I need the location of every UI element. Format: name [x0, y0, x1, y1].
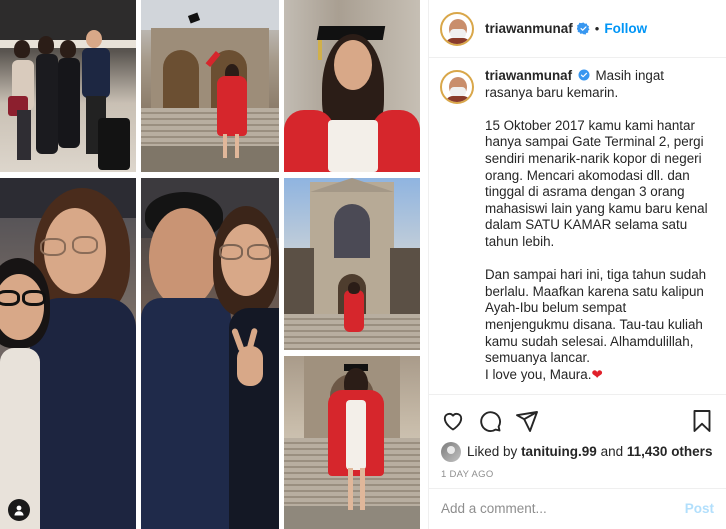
likes-count-link[interactable]: 11,430 others: [627, 444, 713, 459]
follow-button[interactable]: Follow: [604, 21, 647, 36]
photo-airport-family: [0, 0, 136, 172]
photo-father-daughter-selfie: [141, 178, 279, 529]
caption-closing: I love you, Maura.: [485, 366, 592, 382]
heart-outline-icon[interactable]: [441, 409, 465, 433]
verified-badge-icon: [578, 69, 590, 81]
author-username[interactable]: triawanmunaf: [485, 21, 573, 36]
caption-avatar[interactable]: [440, 70, 474, 104]
photo-mother-daughter-selfie: [0, 178, 136, 529]
caption-username[interactable]: triawanmunaf: [485, 68, 572, 83]
caption-text: triawanmunaf Masih ingat rasanya baru ke…: [485, 68, 712, 394]
post-timestamp[interactable]: 1 DAY AGO: [429, 463, 726, 485]
post-comment-button[interactable]: Post: [685, 501, 714, 516]
likes-joiner: and: [600, 444, 624, 459]
comment-input[interactable]: [441, 501, 685, 516]
action-icons: [429, 395, 726, 437]
post-media-collage[interactable]: [0, 0, 428, 529]
photo-graduate-portrait: [284, 0, 420, 172]
caption-paragraph: Dan sampai hari ini, tiga tahun sudah be…: [485, 267, 707, 366]
photo-graduate-steps: [141, 0, 279, 172]
post-actions: Liked by tanituing.99 and 11,430 others …: [429, 394, 726, 528]
comment-bubble-icon[interactable]: [478, 409, 502, 433]
post-panel: triawanmunaf • Follow triawanmunaf Masih…: [428, 0, 726, 529]
likes-prefix: Liked by: [467, 444, 518, 459]
liker-username[interactable]: tanituing.99: [521, 444, 597, 459]
comment-bar: Post: [429, 488, 726, 528]
heart-emoji-icon: ❤: [591, 366, 603, 382]
separator-dot: •: [594, 21, 600, 36]
bookmark-icon[interactable]: [690, 409, 714, 433]
user-tag-icon[interactable]: [8, 499, 30, 521]
avatar[interactable]: [440, 11, 474, 46]
photo-graduate-chapel: [284, 178, 420, 350]
likes-summary: Liked by tanituing.99 and 11,430 others: [429, 437, 726, 463]
caption-paragraph: 15 Oktober 2017 kamu kami hantar hanya s…: [485, 117, 708, 249]
paper-plane-icon[interactable]: [515, 409, 539, 433]
photo-graduate-full-length: [284, 356, 420, 529]
liker-avatar[interactable]: [441, 441, 461, 462]
post-header: triawanmunaf • Follow: [429, 0, 726, 58]
post-caption: triawanmunaf Masih ingat rasanya baru ke…: [440, 68, 712, 394]
verified-badge-icon: [576, 22, 590, 35]
